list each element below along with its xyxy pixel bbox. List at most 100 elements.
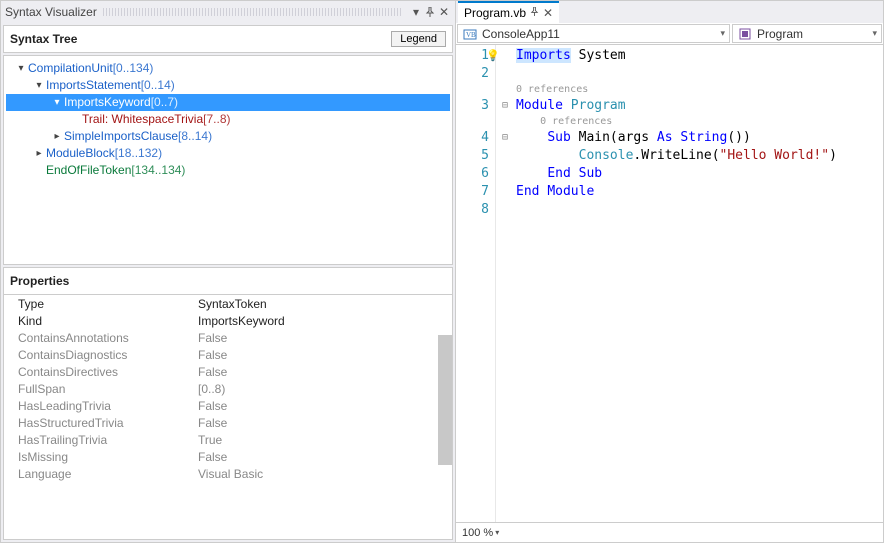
line-number: 5 bbox=[456, 147, 489, 165]
property-row[interactable]: HasStructuredTriviaFalse bbox=[4, 414, 452, 431]
code-line[interactable]: End Sub bbox=[516, 165, 883, 183]
line-number: 3 bbox=[456, 97, 489, 115]
tree-node[interactable]: ▾CompilationUnit [0..134) bbox=[6, 60, 450, 77]
tree-node-range: [0..14) bbox=[141, 77, 175, 94]
code-line[interactable]: Sub Main(args As String()) bbox=[516, 129, 883, 147]
code-line[interactable]: Imports System bbox=[516, 47, 883, 65]
line-number: 8 bbox=[456, 201, 489, 219]
code-editor[interactable]: 💡 12345678 ⊟⊟ Imports System0 references… bbox=[456, 45, 883, 522]
expand-arrow-icon[interactable]: ▾ bbox=[14, 60, 28, 77]
expand-arrow-icon[interactable]: ▸ bbox=[32, 145, 46, 162]
tree-node[interactable]: Trail: WhitespaceTrivia [7..8) bbox=[6, 111, 450, 128]
syntax-visualizer-panel: Syntax Visualizer ▾ ✕ Syntax Tree Legend… bbox=[1, 1, 456, 542]
property-value: False bbox=[198, 450, 227, 464]
fold-toggle[interactable]: ⊟ bbox=[496, 97, 514, 115]
scrollbar-thumb[interactable] bbox=[438, 335, 452, 465]
vb-project-icon: VB bbox=[462, 26, 478, 42]
tree-node[interactable]: ▾ImportsKeyword [0..7) bbox=[6, 94, 450, 111]
expand-arrow-icon[interactable]: ▾ bbox=[32, 77, 46, 94]
project-combo[interactable]: VB ConsoleApp11 ▾ bbox=[457, 24, 730, 43]
tree-node-range: [134..134) bbox=[131, 162, 185, 179]
tree-node[interactable]: ▾ImportsStatement [0..14) bbox=[6, 77, 450, 94]
tree-node-range: [18..132) bbox=[115, 145, 162, 162]
code-area[interactable]: Imports System 0 referencesModule Program… bbox=[514, 45, 883, 522]
tree-node-label: SimpleImportsClause bbox=[64, 128, 178, 145]
property-key: Type bbox=[18, 297, 198, 311]
svg-text:VB: VB bbox=[466, 31, 476, 39]
chevron-down-icon[interactable]: ▾ bbox=[495, 528, 499, 537]
properties-grid[interactable]: TypeSyntaxTokenKindImportsKeyword Contai… bbox=[3, 295, 453, 540]
code-line[interactable] bbox=[516, 65, 883, 83]
nav-bar: VB ConsoleApp11 ▾ Program ▾ bbox=[456, 23, 883, 45]
code-line[interactable]: Console.WriteLine("Hello World!") bbox=[516, 147, 883, 165]
pin-icon[interactable] bbox=[530, 7, 539, 19]
syntax-tree[interactable]: ▾CompilationUnit [0..134)▾ImportsStateme… bbox=[3, 55, 453, 265]
property-row[interactable]: IsMissingFalse bbox=[4, 448, 452, 465]
member-combo[interactable]: Program ▾ bbox=[732, 24, 882, 43]
legend-button[interactable]: Legend bbox=[391, 31, 446, 47]
tree-node-range: [0..7) bbox=[151, 94, 178, 111]
tab-label: Program.vb bbox=[464, 6, 526, 20]
codelens[interactable]: 0 references bbox=[516, 115, 883, 129]
property-value: False bbox=[198, 399, 227, 413]
property-row[interactable]: HasLeadingTriviaFalse bbox=[4, 397, 452, 414]
codelens[interactable]: 0 references bbox=[516, 83, 883, 97]
close-icon[interactable]: ✕ bbox=[543, 6, 553, 20]
property-row[interactable]: ContainsAnnotationsFalse bbox=[4, 329, 452, 346]
line-number: 4 bbox=[456, 129, 489, 147]
property-row[interactable]: HasTrailingTriviaTrue bbox=[4, 431, 452, 448]
tree-node-label: ModuleBlock bbox=[46, 145, 115, 162]
lightbulb-icon[interactable]: 💡 bbox=[486, 47, 500, 65]
panel-grip bbox=[103, 8, 403, 16]
tree-node-label: Trail: WhitespaceTrivia bbox=[82, 111, 203, 128]
fold-toggle[interactable]: ⊟ bbox=[496, 129, 514, 147]
dropdown-icon[interactable]: ▾ bbox=[409, 5, 423, 19]
property-row[interactable]: KindImportsKeyword bbox=[4, 312, 452, 329]
property-row[interactable]: FullSpan[0..8) bbox=[4, 380, 452, 397]
expand-arrow-icon[interactable]: ▾ bbox=[50, 94, 64, 111]
fold-toggle bbox=[496, 201, 514, 219]
chevron-down-icon: ▾ bbox=[720, 28, 725, 39]
pin-icon[interactable] bbox=[423, 7, 437, 17]
project-combo-text: ConsoleApp11 bbox=[482, 27, 560, 41]
line-number-gutter: 💡 12345678 bbox=[456, 45, 496, 522]
property-row[interactable]: LanguageVisual Basic bbox=[4, 465, 452, 482]
tree-node[interactable]: EndOfFileToken [134..134) bbox=[6, 162, 450, 179]
fold-toggle bbox=[496, 65, 514, 83]
property-value: False bbox=[198, 331, 227, 345]
tree-node[interactable]: ▸ModuleBlock [18..132) bbox=[6, 145, 450, 162]
properties-header: Properties bbox=[3, 267, 453, 295]
code-line[interactable]: End Module bbox=[516, 183, 883, 201]
tree-node[interactable]: ▸SimpleImportsClause [8..14) bbox=[6, 128, 450, 145]
chevron-down-icon: ▾ bbox=[872, 28, 877, 39]
tree-node-range: [8..14) bbox=[178, 128, 212, 145]
close-icon[interactable]: ✕ bbox=[437, 5, 451, 19]
line-number: 2 bbox=[456, 65, 489, 83]
editor-panel: Program.vb ✕ VB ConsoleApp11 ▾ Program ▾… bbox=[456, 1, 883, 542]
property-row[interactable]: TypeSyntaxToken bbox=[4, 295, 452, 312]
fold-column[interactable]: ⊟⊟ bbox=[496, 45, 514, 522]
property-key: Language bbox=[18, 467, 198, 481]
tree-node-label: CompilationUnit bbox=[28, 60, 113, 77]
tree-node-label: EndOfFileToken bbox=[46, 162, 131, 179]
property-value: False bbox=[198, 365, 227, 379]
code-line[interactable] bbox=[516, 201, 883, 219]
zoom-level[interactable]: 100 % bbox=[462, 527, 493, 539]
property-key: FullSpan bbox=[18, 382, 198, 396]
tree-node-range: [7..8) bbox=[203, 111, 230, 128]
property-key: IsMissing bbox=[18, 450, 198, 464]
editor-tab[interactable]: Program.vb ✕ bbox=[458, 1, 559, 23]
expand-arrow-icon[interactable]: ▸ bbox=[50, 128, 64, 145]
property-row[interactable]: ContainsDirectivesFalse bbox=[4, 363, 452, 380]
property-row[interactable]: ContainsDiagnosticsFalse bbox=[4, 346, 452, 363]
property-key: ContainsAnnotations bbox=[18, 331, 198, 345]
line-number: 6 bbox=[456, 165, 489, 183]
syntax-tree-header: Syntax Tree Legend bbox=[3, 25, 453, 53]
property-key: ContainsDirectives bbox=[18, 365, 198, 379]
property-value: True bbox=[198, 433, 222, 447]
property-key: Kind bbox=[18, 314, 198, 328]
property-key: HasStructuredTrivia bbox=[18, 416, 198, 430]
fold-toggle bbox=[496, 147, 514, 165]
property-value: Visual Basic bbox=[198, 467, 263, 481]
code-line[interactable]: Module Program bbox=[516, 97, 883, 115]
